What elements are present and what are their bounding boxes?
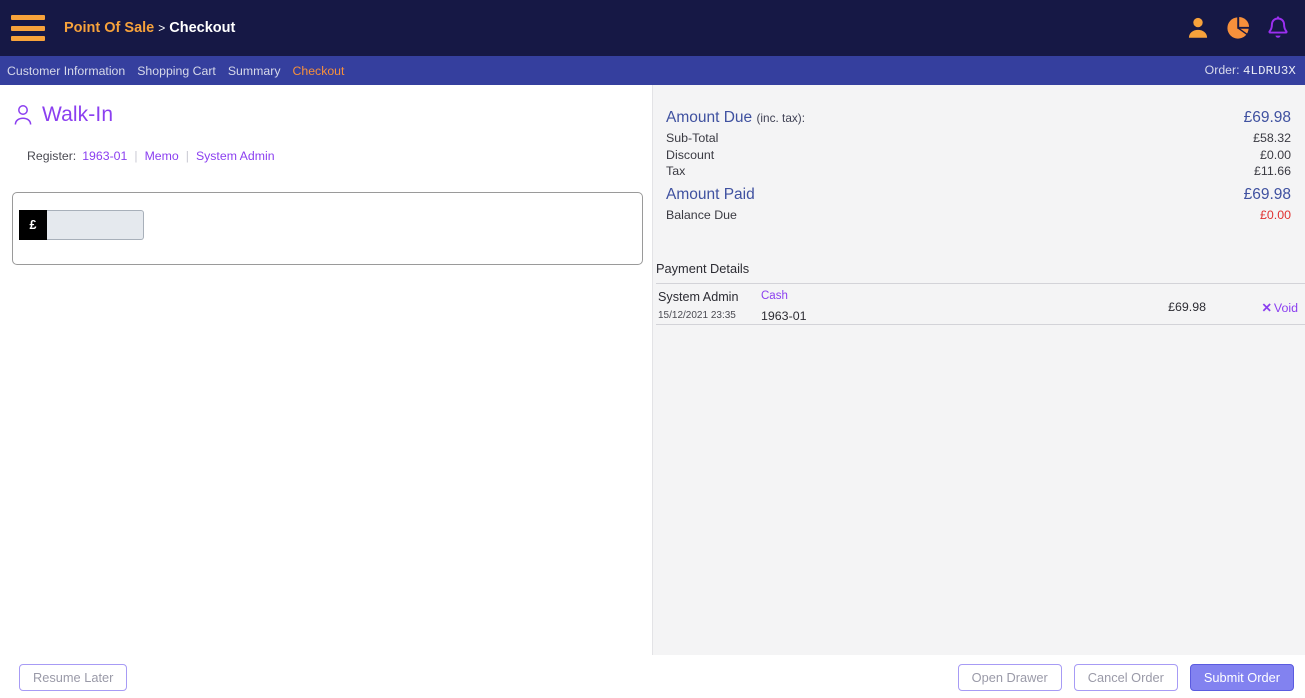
amount-due-label-text: Amount Due (666, 109, 753, 126)
void-label: Void (1273, 301, 1298, 315)
top-header-bar: Point Of Sale > Checkout (0, 0, 1305, 56)
payment-method-link[interactable]: Cash (761, 290, 788, 302)
header-icon-group (1185, 0, 1291, 56)
footer-right-buttons: Open Drawer Cancel Order Submit Order (957, 664, 1294, 691)
meta-divider: | (185, 149, 189, 163)
amount-input[interactable] (47, 210, 144, 240)
amount-due-label: Amount Due (inc. tax): (666, 109, 805, 127)
payment-user: System Admin (658, 290, 739, 304)
customer-meta-row: Register: 1963-01 | Memo | System Admin (27, 149, 275, 163)
discount-row: Discount £0.00 (666, 147, 1291, 164)
order-number: 4LDRU3X (1242, 64, 1296, 78)
resume-later-button[interactable]: Resume Later (19, 664, 128, 691)
tax-row: Tax £11.66 (666, 163, 1291, 180)
tab-shopping-cart[interactable]: Shopping Cart (137, 64, 216, 78)
tab-summary[interactable]: Summary (228, 64, 281, 78)
tax-label: Tax (666, 164, 686, 178)
discount-label: Discount (666, 147, 715, 162)
register-label: Register: (27, 149, 77, 163)
subtotal-value: £58.32 (1253, 131, 1291, 145)
payment-register: 1963-01 (761, 309, 807, 323)
pie-chart-icon[interactable] (1225, 15, 1251, 41)
amount-entry-card: £ (12, 192, 643, 265)
amount-paid-label: Amount Paid (666, 185, 755, 203)
amount-due-value: £69.98 (1243, 109, 1291, 126)
customer-name[interactable]: Walk-In (42, 103, 113, 127)
cancel-order-button[interactable]: Cancel Order (1073, 664, 1178, 691)
amount-due-row: Amount Due (inc. tax): £69.98 (666, 109, 1291, 127)
hamburger-bar (11, 15, 45, 20)
subtotal-label: Sub-Total (666, 131, 719, 145)
amount-paid-value: £69.98 (1243, 185, 1291, 203)
breadcrumb: Point Of Sale > Checkout (64, 20, 235, 36)
order-reference: Order: 4LDRU3X (1205, 63, 1296, 78)
hamburger-bar (11, 36, 45, 41)
user-icon[interactable] (1185, 15, 1211, 41)
register-value-link[interactable]: 1963-01 (82, 149, 127, 163)
breadcrumb-root-link[interactable]: Point Of Sale (64, 20, 154, 36)
close-icon: ✕ (1261, 301, 1272, 315)
balance-due-value: £0.00 (1259, 207, 1291, 222)
person-icon (14, 105, 32, 125)
amount-input-group: £ (19, 210, 144, 240)
pos-checkout-screen: Point Of Sale > Checkout Customer Inform… (0, 0, 1305, 698)
payment-details-title: Payment Details (656, 261, 750, 276)
amount-due-tax-note: (inc. tax): (756, 111, 805, 125)
submit-order-button[interactable]: Submit Order (1189, 664, 1294, 691)
currency-prefix: £ (19, 210, 47, 240)
order-label: Order: (1204, 63, 1240, 77)
tab-checkout[interactable]: Checkout (292, 64, 344, 78)
checkout-tab-bar: Customer Information Shopping Cart Summa… (0, 56, 1305, 85)
payment-datetime: 15/12/2021 23:35 (658, 310, 736, 321)
hamburger-bar (11, 25, 45, 31)
payment-amount: £69.98 (1168, 300, 1206, 314)
payment-entry-pane: Walk-In Register: 1963-01 | Memo | Syste… (0, 85, 652, 657)
customer-header: Walk-In (13, 103, 113, 127)
tab-list: Customer Information Shopping Cart Summa… (0, 64, 344, 78)
totals-block: Amount Due (inc. tax): £69.98 Sub-Total … (666, 109, 1291, 223)
breadcrumb-separator: > (158, 21, 166, 35)
breadcrumb-current-page: Checkout (169, 20, 236, 36)
order-summary-pane: Amount Due (inc. tax): £69.98 Sub-Total … (652, 85, 1305, 655)
memo-link[interactable]: Memo (145, 149, 179, 163)
footer-action-bar: Resume Later Open Drawer Cancel Order Su… (0, 657, 1305, 698)
amount-paid-row: Amount Paid £69.98 (666, 186, 1291, 204)
tax-value: £11.66 (1254, 164, 1291, 178)
balance-due-row: Balance Due £0.00 (666, 207, 1291, 224)
tab-customer-information[interactable]: Customer Information (7, 64, 125, 78)
operator-link[interactable]: System Admin (196, 149, 275, 163)
subtotal-row: Sub-Total £58.32 (666, 130, 1291, 147)
open-drawer-button[interactable]: Open Drawer (957, 664, 1062, 691)
balance-due-label: Balance Due (666, 207, 737, 222)
meta-divider: | (134, 149, 138, 163)
payment-row[interactable]: System Admin 15/12/2021 23:35 Cash 1963-… (656, 284, 1305, 324)
payment-details-table: System Admin 15/12/2021 23:35 Cash 1963-… (656, 283, 1305, 325)
bell-icon[interactable] (1265, 15, 1291, 41)
void-payment-button[interactable]: ✕ Void (1261, 300, 1298, 315)
discount-value: £0.00 (1259, 147, 1291, 162)
hamburger-menu-icon[interactable] (11, 15, 45, 41)
